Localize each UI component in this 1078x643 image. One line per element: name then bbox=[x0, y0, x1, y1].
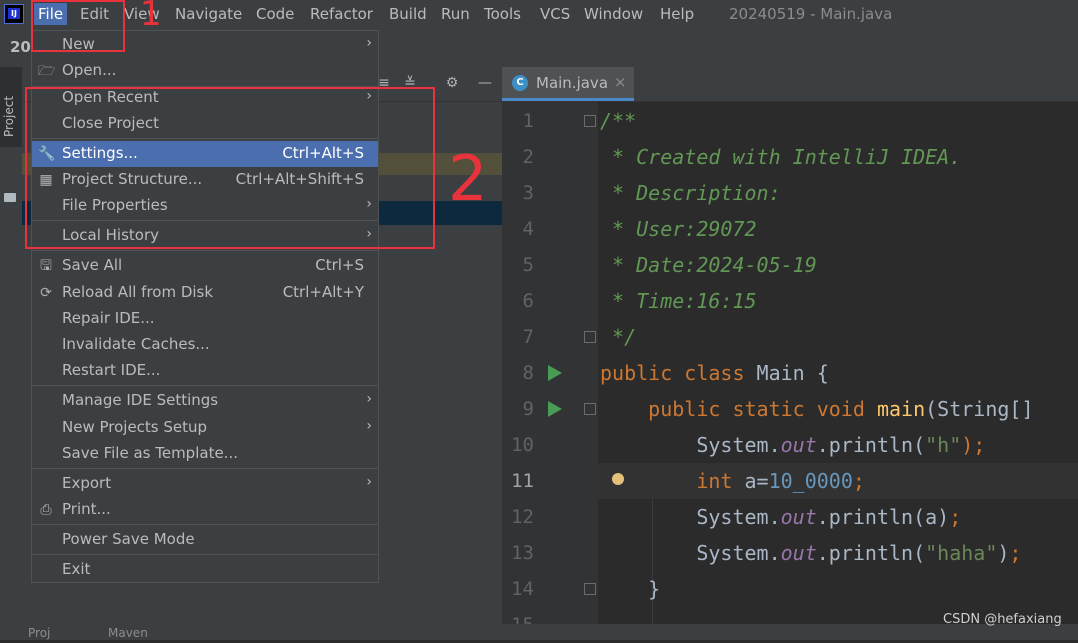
chevron-right-icon: › bbox=[366, 474, 372, 490]
code-line[interactable]: 2 * Created with IntelliJ IDEA. bbox=[502, 139, 1078, 175]
annotation-box-2 bbox=[25, 87, 435, 249]
breadcrumb[interactable]: 20 bbox=[10, 38, 31, 56]
menu-item-invalidate-caches[interactable]: Invalidate Caches... bbox=[32, 332, 378, 358]
menu-bar: IJ File Edit View Navigate Code Refactor… bbox=[0, 0, 1078, 30]
window-title: 20240519 - Main.java bbox=[729, 5, 893, 23]
code-line[interactable]: 12 System.out.println(a); bbox=[502, 499, 1078, 535]
watermark: CSDN @hefaxiang bbox=[943, 612, 1062, 627]
menu-code[interactable]: Code bbox=[252, 3, 298, 25]
code-line[interactable]: 8 public class Main { bbox=[502, 355, 1078, 391]
annotation-mark-1: 1 bbox=[140, 0, 162, 34]
menu-item-save-all[interactable]: 🖫 Save All Ctrl+S bbox=[32, 253, 378, 279]
fold-icon[interactable] bbox=[584, 115, 596, 127]
run-icon[interactable] bbox=[548, 401, 562, 417]
menu-item-open[interactable]: 🗁 Open... bbox=[32, 58, 378, 84]
fold-icon[interactable] bbox=[584, 403, 596, 415]
code-line[interactable]: 1 /** bbox=[502, 103, 1078, 139]
print-icon: ⎙ bbox=[40, 502, 52, 518]
menu-separator bbox=[32, 554, 378, 555]
annotation-box-1 bbox=[31, 0, 125, 52]
menu-separator bbox=[32, 385, 378, 386]
chevron-right-icon: › bbox=[366, 35, 372, 51]
code-line[interactable]: 14 } bbox=[502, 571, 1078, 607]
code-line[interactable]: 13 System.out.println("haha"); bbox=[502, 535, 1078, 571]
menu-item-manage-ide-settings[interactable]: Manage IDE Settings › bbox=[32, 388, 378, 414]
tab-main-java[interactable]: C Main.java × bbox=[502, 67, 634, 101]
code-line[interactable]: 9 public static void main(String[] bbox=[502, 391, 1078, 427]
chevron-right-icon: › bbox=[366, 391, 372, 407]
menu-separator bbox=[32, 468, 378, 469]
code-line-current[interactable]: 11 int a=10_0000; bbox=[502, 463, 1078, 499]
code-line[interactable]: 4 * User:29072 bbox=[502, 211, 1078, 247]
menu-item-new-projects-setup[interactable]: New Projects Setup › bbox=[32, 415, 378, 441]
code-line[interactable]: 6 * Time:16:15 bbox=[502, 283, 1078, 319]
project-tool-label: Project bbox=[2, 95, 16, 137]
chevron-right-icon: › bbox=[366, 418, 372, 434]
menu-item-repair-ide[interactable]: Repair IDE... bbox=[32, 306, 378, 332]
menu-navigate[interactable]: Navigate bbox=[171, 3, 246, 25]
menu-help[interactable]: Help bbox=[656, 3, 698, 25]
menu-item-power-save-mode[interactable]: Power Save Mode bbox=[32, 527, 378, 553]
intellij-logo-icon: IJ bbox=[4, 4, 24, 24]
menu-item-export[interactable]: Export › bbox=[32, 471, 378, 497]
run-icon[interactable] bbox=[548, 365, 562, 381]
menu-item-restart-ide[interactable]: Restart IDE... bbox=[32, 358, 378, 384]
gear-icon[interactable]: ⚙ bbox=[444, 75, 460, 91]
menu-refactor[interactable]: Refactor bbox=[306, 3, 377, 25]
bottom-tool-maven[interactable]: Maven bbox=[108, 626, 148, 640]
fold-icon[interactable] bbox=[584, 331, 596, 343]
close-icon[interactable]: × bbox=[614, 73, 627, 91]
project-tool-button[interactable]: Project bbox=[0, 67, 22, 147]
code-line[interactable]: 10 System.out.println("h"); bbox=[502, 427, 1078, 463]
menu-item-print[interactable]: ⎙ Print... bbox=[32, 497, 378, 523]
menu-item-reload[interactable]: ⟳ Reload All from Disk Ctrl+Alt+Y bbox=[32, 280, 378, 306]
code-line[interactable]: 7 */ bbox=[502, 319, 1078, 355]
fold-icon[interactable] bbox=[584, 583, 596, 595]
menu-tools[interactable]: Tools bbox=[480, 3, 525, 25]
editor-tab-bar: C Main.java × bbox=[502, 67, 1078, 102]
folder-open-icon: 🗁 bbox=[38, 63, 56, 79]
menu-run[interactable]: Run bbox=[437, 3, 474, 25]
bottom-tool-project[interactable]: Proj bbox=[28, 626, 50, 640]
menu-vcs[interactable]: VCS bbox=[536, 3, 574, 25]
minimize-icon[interactable]: — bbox=[477, 75, 493, 91]
tab-label: Main.java bbox=[536, 74, 609, 92]
folder-icon bbox=[4, 193, 16, 202]
java-class-icon: C bbox=[512, 75, 528, 91]
menu-separator bbox=[32, 524, 378, 525]
menu-item-exit[interactable]: Exit bbox=[32, 557, 378, 583]
menu-build[interactable]: Build bbox=[385, 3, 431, 25]
editor: C Main.java × 1 /** 2 * Created with Int… bbox=[502, 67, 1078, 640]
menu-separator bbox=[32, 250, 378, 251]
annotation-mark-2: 2 bbox=[448, 142, 488, 215]
save-icon: 🖫 bbox=[40, 258, 52, 274]
menu-window[interactable]: Window bbox=[580, 3, 647, 25]
menu-item-save-template[interactable]: Save File as Template... bbox=[32, 441, 378, 467]
left-tool-stripe: Project bbox=[0, 67, 23, 640]
code-line[interactable]: 5 * Date:2024-05-19 bbox=[502, 247, 1078, 283]
bottom-tool-bar: Proj Maven bbox=[22, 624, 1078, 640]
reload-icon: ⟳ bbox=[40, 285, 52, 301]
code-line[interactable]: 3 * Description: bbox=[502, 175, 1078, 211]
